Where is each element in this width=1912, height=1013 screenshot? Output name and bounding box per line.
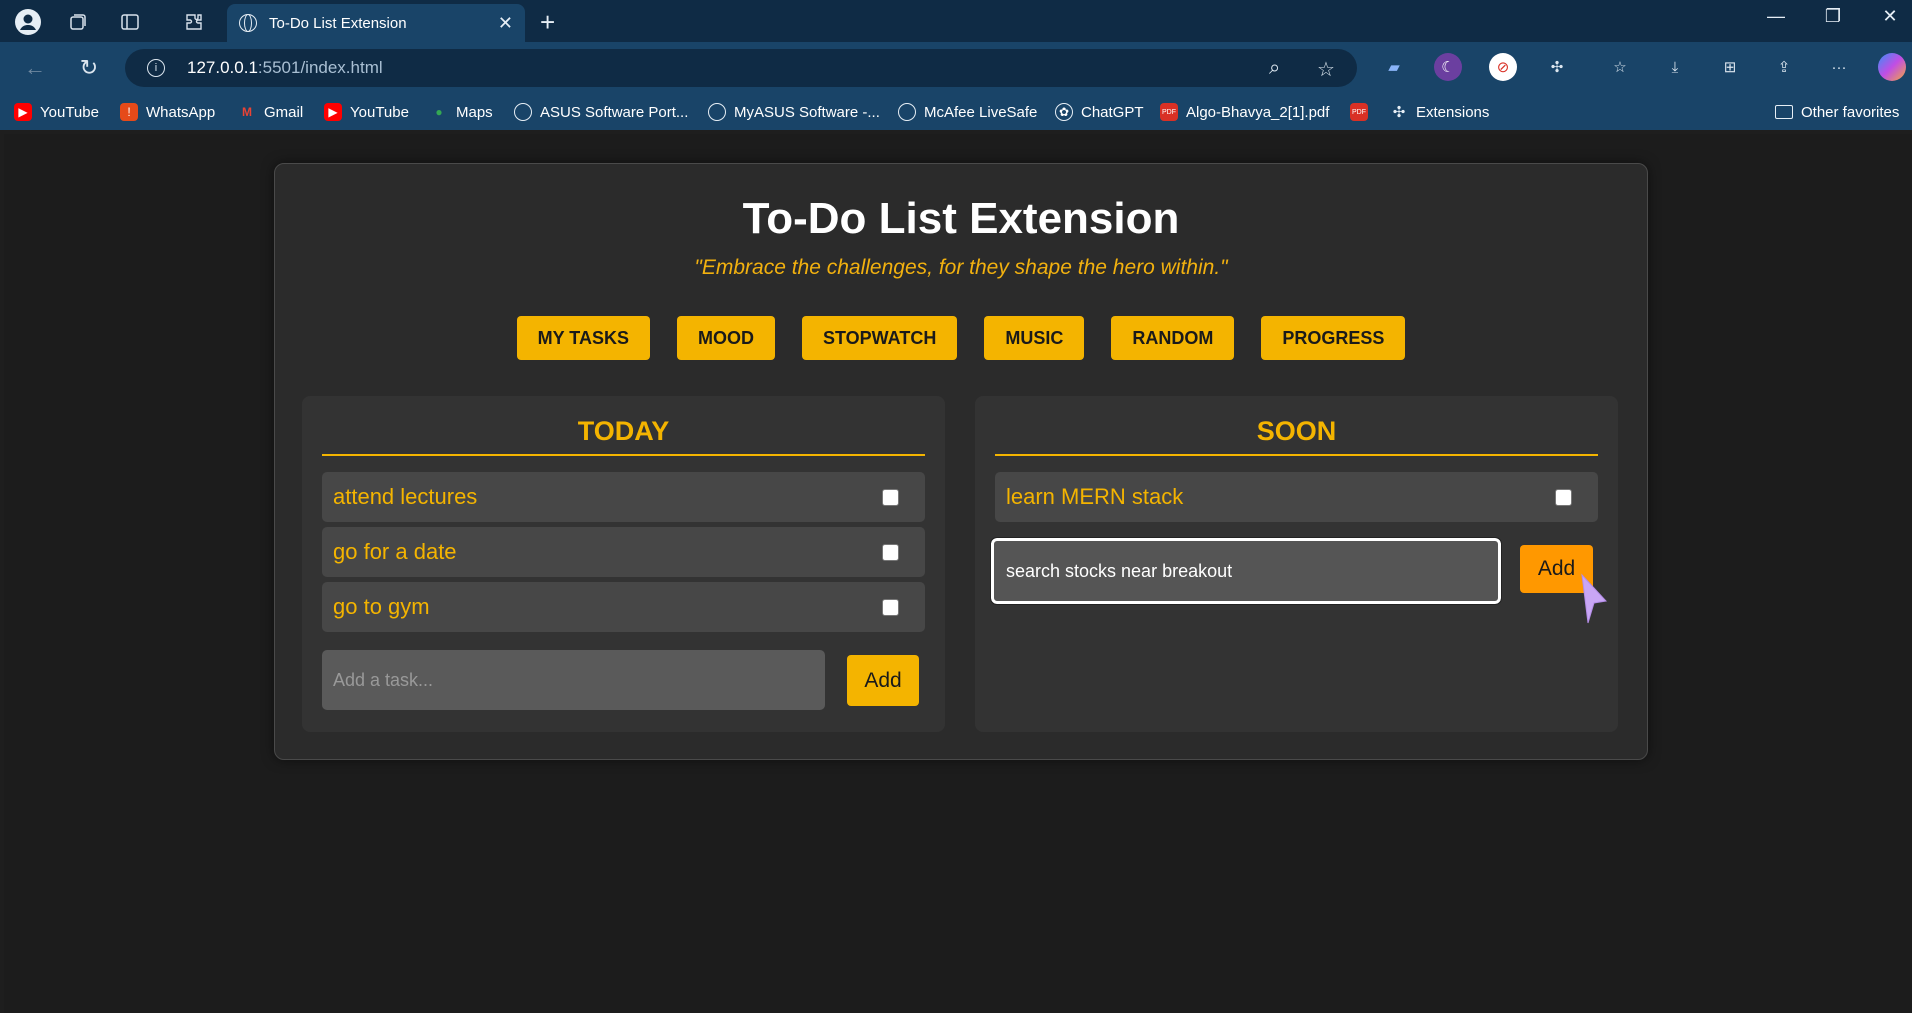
bookmark-mcafee[interactable]: McAfee LiveSafe: [898, 100, 1037, 124]
bookmark-youtube-2[interactable]: ▶ YouTube: [324, 100, 409, 124]
whatsapp-icon: !: [120, 103, 138, 121]
task-item: attend lectures: [322, 472, 925, 522]
bookmark-asus[interactable]: ASUS Software Port...: [514, 100, 688, 124]
pdf-icon: PDF: [1350, 103, 1368, 121]
new-tab-icon[interactable]: +: [540, 7, 555, 38]
blocker-extension-icon[interactable]: ⊘: [1489, 53, 1517, 81]
soon-task-input[interactable]: search stocks near breakout: [990, 537, 1502, 605]
bookmarks-bar: ▶ YouTube ! WhatsApp M Gmail ▶ YouTube ● Maps…: [0, 94, 1912, 130]
extensions-icon: ✣: [1392, 104, 1406, 121]
favorite-star-icon[interactable]: ☆: [1317, 57, 1335, 82]
today-task-input[interactable]: Add a task...: [322, 650, 825, 710]
youtube-icon: ▶: [14, 103, 32, 121]
bookmark-chatgpt[interactable]: ✿ ChatGPT: [1055, 100, 1144, 124]
maps-pin-icon: ●: [435, 105, 443, 119]
bookmark-myasus[interactable]: MyASUS Software -...: [708, 100, 880, 124]
active-tab[interactable]: To-Do List Extension ✕: [227, 4, 525, 42]
bookmark-whatsapp[interactable]: ! WhatsApp: [120, 100, 215, 124]
task-text: attend lectures: [333, 484, 478, 509]
workspaces-icon[interactable]: [65, 9, 91, 35]
refresh-icon[interactable]: ↻: [74, 53, 104, 83]
today-add-button[interactable]: Add: [847, 655, 919, 706]
chatgpt-icon: ✿: [1055, 103, 1073, 121]
todo-container: To-Do List Extension "Embrace the challe…: [274, 163, 1648, 760]
today-title: TODAY: [322, 416, 925, 456]
task-item: go to gym: [322, 582, 925, 632]
random-button[interactable]: RANDOM: [1111, 316, 1235, 360]
today-panel: TODAY attend lectures go for a date go t…: [302, 396, 945, 732]
mood-button[interactable]: MOOD: [676, 316, 775, 360]
browser-title-bar: To-Do List Extension ✕ + — ❐ ✕: [0, 0, 1912, 42]
favorites-icon[interactable]: ☆: [1606, 53, 1634, 81]
my-tasks-button[interactable]: MY TASKS: [516, 316, 650, 360]
address-bar[interactable]: i 127.0.0.1:5501/index.html ⌕ ☆: [125, 49, 1357, 87]
task-checkbox[interactable]: [882, 599, 899, 616]
vertical-tabs-icon[interactable]: [117, 9, 143, 35]
bookmark-maps[interactable]: ● Maps: [430, 100, 492, 124]
globe-icon: [898, 103, 916, 121]
restore-icon[interactable]: ❐: [1813, 6, 1853, 27]
mouse-cursor-icon: [1581, 573, 1607, 624]
globe-icon: [239, 14, 257, 32]
zoom-icon[interactable]: ⌕: [1269, 57, 1280, 80]
collections-icon[interactable]: ⊞: [1716, 53, 1744, 81]
motivational-quote: "Embrace the challenges, for they shape …: [694, 256, 1228, 279]
soon-panel: SOON learn MERN stack search stocks near…: [975, 396, 1618, 732]
moon-extension-icon[interactable]: ☾: [1434, 53, 1462, 81]
url-path: :5501/index.html: [257, 58, 383, 77]
extensions-icon[interactable]: ✣: [1543, 53, 1571, 81]
task-item: learn MERN stack: [995, 472, 1598, 522]
site-info-icon[interactable]: i: [147, 59, 165, 77]
task-checkbox[interactable]: [1555, 489, 1572, 506]
bookmark-youtube[interactable]: ▶ YouTube: [14, 100, 99, 124]
share-icon[interactable]: ⇪: [1770, 53, 1798, 81]
progress-button[interactable]: PROGRESS: [1261, 316, 1406, 360]
soon-title: SOON: [995, 416, 1598, 456]
close-tab-icon[interactable]: ✕: [498, 13, 513, 34]
extension-tab-icon[interactable]: [181, 9, 207, 35]
task-text: learn MERN stack: [1006, 484, 1184, 509]
bookmark-extensions[interactable]: ✣ Extensions: [1390, 100, 1490, 124]
tab-title: To-Do List Extension: [269, 14, 407, 32]
task-checkbox[interactable]: [882, 544, 899, 561]
folder-extension-icon[interactable]: ▰: [1380, 53, 1408, 81]
folder-icon: [1775, 105, 1793, 119]
close-window-icon[interactable]: ✕: [1870, 6, 1910, 27]
task-item: go for a date: [322, 527, 925, 577]
url-host: 127.0.0.1: [187, 58, 258, 77]
pdf-icon: PDF: [1160, 103, 1178, 121]
back-icon[interactable]: ←: [20, 53, 50, 83]
bookmark-other-favorites[interactable]: Other favorites: [1775, 100, 1899, 124]
more-icon[interactable]: ···: [1825, 53, 1853, 81]
bookmark-pdf-2[interactable]: PDF: [1350, 100, 1376, 124]
bookmark-gmail[interactable]: M Gmail: [238, 100, 303, 124]
youtube-icon: ▶: [324, 103, 342, 121]
copilot-icon[interactable]: [1878, 53, 1906, 81]
task-text: go to gym: [333, 594, 430, 619]
music-button[interactable]: MUSIC: [984, 316, 1085, 360]
bookmark-pdf[interactable]: PDF Algo-Bhavya_2[1].pdf: [1160, 100, 1329, 124]
browser-toolbar: ← ↻ i 127.0.0.1:5501/index.html ⌕ ☆ ▰ ☾ …: [0, 42, 1912, 94]
stopwatch-button[interactable]: STOPWATCH: [801, 316, 958, 360]
page-title: To-Do List Extension: [742, 194, 1180, 243]
task-text: go for a date: [333, 539, 457, 564]
globe-icon: [708, 103, 726, 121]
task-checkbox[interactable]: [882, 489, 899, 506]
feature-nav: MY TASKS MOOD STOPWATCH MUSIC RANDOM PRO…: [275, 316, 1647, 360]
profile-icon[interactable]: [15, 9, 41, 35]
gmail-icon: M: [242, 105, 252, 119]
downloads-icon[interactable]: ⤓: [1661, 53, 1689, 81]
minimize-icon[interactable]: —: [1756, 6, 1796, 27]
globe-icon: [514, 103, 532, 121]
